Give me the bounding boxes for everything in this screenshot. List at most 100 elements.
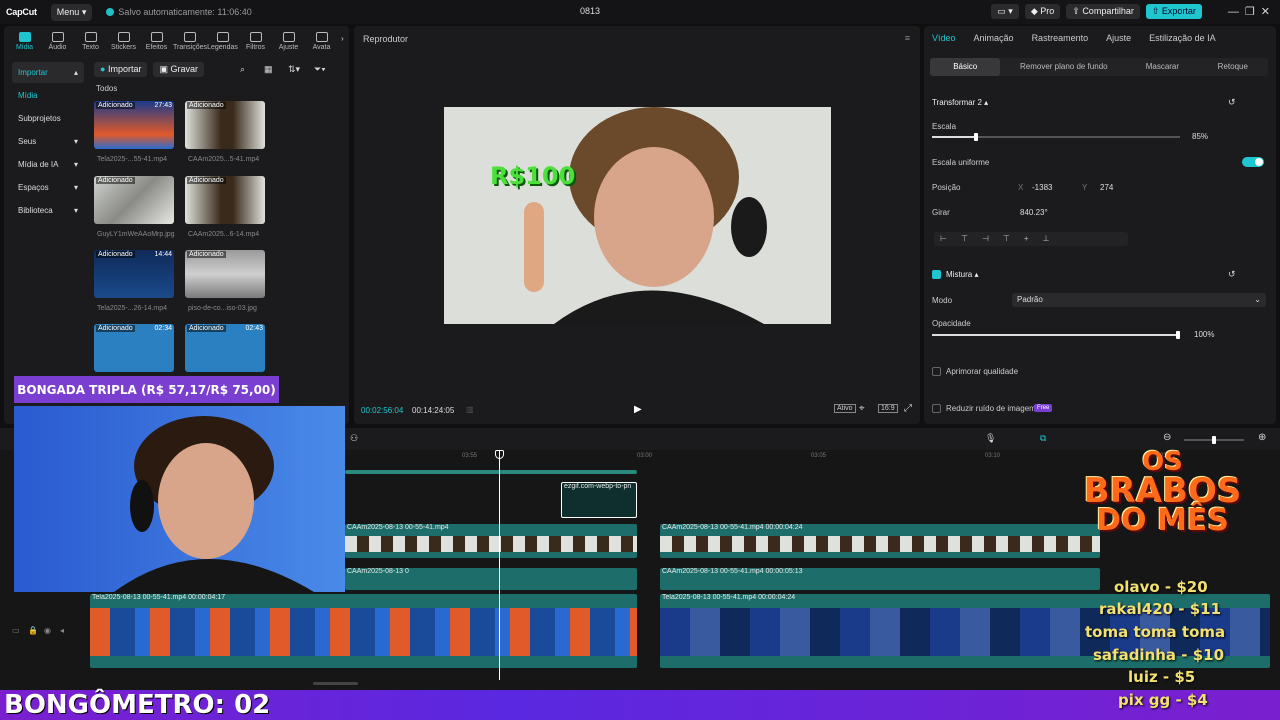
align-buttons[interactable]: ⊢⊤⊣⊤+⊥ — [934, 232, 1128, 246]
tab-adjust[interactable]: Ajuste — [1106, 33, 1131, 43]
sidenav-subprojects[interactable]: Subprojetos — [12, 108, 84, 129]
add-person-icon[interactable]: ⚇ — [350, 433, 358, 444]
zoom-slider[interactable] — [1184, 436, 1244, 444]
chevron-right-icon[interactable]: › — [341, 34, 344, 43]
media-thumb[interactable]: Adicionado 02:34 — [94, 324, 174, 372]
pro-button[interactable]: ◆ Pro — [1024, 4, 1061, 19]
main-clip[interactable]: Tela2025-08-13 00-55-41.mp4 00:00:04:17 — [90, 594, 637, 668]
opacity-label: Opacidade — [932, 319, 971, 328]
tab-ai-style[interactable]: Estilização de IA — [1149, 33, 1216, 43]
opacity-knob[interactable] — [1176, 331, 1180, 339]
menu-button[interactable]: Menu ▾ — [50, 3, 93, 21]
playhead[interactable] — [499, 450, 500, 680]
sidenav-media[interactable]: Mídia — [12, 85, 84, 106]
noise-checkbox[interactable] — [932, 404, 941, 413]
screenshot-icon[interactable]: ⌖ — [859, 403, 865, 414]
preview-canvas[interactable]: R$100 — [444, 107, 831, 324]
scale-knob[interactable] — [974, 133, 979, 141]
video-clip[interactable]: CAAm2025-08-13 00-55-41.mp4 — [345, 524, 637, 558]
reset-icon[interactable]: ↺ — [1228, 269, 1236, 280]
media-thumb[interactable]: Adicionado — [185, 250, 265, 298]
minimize-icon[interactable]: — — [1228, 6, 1239, 18]
audio-icon[interactable]: ◂ — [60, 626, 64, 635]
tool-filters[interactable]: Filtros — [239, 30, 272, 51]
tab-tracking[interactable]: Rastreamento — [1032, 33, 1089, 43]
tool-stickers[interactable]: Stickers — [107, 30, 140, 51]
play-icon[interactable]: ▶ — [634, 404, 642, 415]
zoom-out-icon[interactable]: ⊖ — [1163, 432, 1171, 443]
tool-adjust[interactable]: Ajuste — [272, 30, 305, 51]
grid-view-icon[interactable]: ▦ — [264, 64, 273, 75]
reset-icon[interactable]: ↺ — [1228, 97, 1236, 108]
maximize-icon[interactable]: ❐ — [1245, 5, 1255, 18]
subtab-mask[interactable]: Mascarar — [1127, 58, 1197, 76]
sidenav-import[interactable]: Importar ▴ — [12, 62, 84, 83]
quality-button[interactable]: Ativo — [834, 404, 856, 413]
audio-clip[interactable] — [345, 470, 637, 474]
close-icon[interactable]: ✕ — [1261, 5, 1270, 18]
tab-animation[interactable]: Animação — [974, 33, 1014, 43]
filter-icon[interactable]: ⏷▾ — [314, 64, 326, 75]
zoom-knob[interactable] — [1212, 436, 1216, 444]
ratio-button[interactable]: 16:9 — [878, 404, 898, 413]
zoom-in-icon[interactable]: ⊕ — [1258, 432, 1266, 443]
eye-icon[interactable]: ◉ — [44, 626, 51, 635]
uniform-scale-toggle[interactable] — [1242, 157, 1264, 167]
video-clip[interactable]: CAAm2025-08-13 0 — [345, 568, 637, 590]
video-clip[interactable]: CAAm2025-08-13 00-55-41.mp4 00:00:05:13 — [660, 568, 1100, 590]
sidenav-yours[interactable]: Seus ▾ — [12, 131, 84, 152]
media-thumb[interactable]: Adicionado 02:43 — [185, 324, 265, 372]
share-button[interactable]: ⇪ Compartilhar — [1066, 4, 1140, 19]
tool-audio[interactable]: Áudio — [41, 30, 74, 51]
media-thumb[interactable]: Adicionado — [94, 176, 174, 224]
timeline-scrollbar[interactable] — [313, 682, 358, 685]
video-clip[interactable]: CAAm2025-08-13 00-55-41.mp4 00:00:04:24 — [660, 524, 1100, 558]
subtab-basic[interactable]: Básico — [930, 58, 1001, 76]
x-value[interactable]: -1383 — [1032, 183, 1052, 192]
overlay-clip[interactable]: ezgif.com-webp-to-pn — [561, 482, 637, 518]
opacity-value[interactable]: 100% — [1194, 330, 1214, 339]
tool-avatar[interactable]: Avata — [305, 30, 338, 51]
media-thumb[interactable]: Adicionado 14:44 — [94, 250, 174, 298]
tab-video[interactable]: Vídeo — [932, 33, 956, 43]
y-value[interactable]: 274 — [1100, 183, 1113, 192]
scale-slider[interactable] — [932, 133, 1180, 141]
mic-icon[interactable]: 🎙 — [985, 433, 996, 444]
sidenav-spaces[interactable]: Espaços ▾ — [12, 177, 84, 198]
export-button[interactable]: ⇧ Exportar — [1145, 4, 1202, 19]
subtab-retouch[interactable]: Retoque — [1198, 58, 1268, 76]
media-thumb[interactable]: Adicionado — [185, 101, 265, 149]
media-thumb[interactable]: Adicionado 27:43 — [94, 101, 174, 149]
layout-icon[interactable]: ▭ ▾ — [991, 4, 1019, 19]
tool-media[interactable]: Mídia — [8, 30, 41, 51]
tool-transitions[interactable]: Transições — [173, 30, 207, 51]
media-thumb[interactable]: Adicionado — [185, 176, 265, 224]
track-cover-icon[interactable]: ▭ — [12, 626, 20, 635]
menu-icon[interactable]: ≡ — [905, 33, 910, 43]
lock-icon[interactable]: 🔒 — [28, 626, 38, 635]
subtab-remove-bg[interactable]: Remover plano de fundo — [1000, 58, 1127, 76]
link-icon[interactable]: ⧉ — [1040, 433, 1046, 444]
blend-checkbox[interactable] — [932, 270, 941, 279]
search-icon[interactable]: ⌕ — [240, 64, 245, 75]
rotate-value[interactable]: 840.23° — [1020, 208, 1048, 217]
tool-label: Stickers — [111, 44, 136, 51]
sidenav-library[interactable]: Biblioteca ▾ — [12, 200, 84, 221]
sidenav-ai-media[interactable]: Mídia de IA ▾ — [12, 154, 84, 175]
opacity-fill — [932, 334, 1180, 336]
tool-text[interactable]: Texto — [74, 30, 107, 51]
import-button[interactable]: ● Importar — [94, 62, 148, 77]
sort-icon[interactable]: ⇅▾ — [288, 64, 300, 75]
mode-select[interactable]: Padrão ⌄ — [1012, 293, 1266, 307]
timeline-icon[interactable]: ▥ — [466, 405, 474, 414]
scale-value[interactable]: 85% — [1192, 132, 1208, 141]
quality-checkbox[interactable] — [932, 367, 941, 376]
inspector-tabs: Vídeo Animação Rastreamento Ajuste Estil… — [924, 26, 1276, 50]
fullscreen-icon[interactable]: ⤢ — [904, 403, 912, 414]
record-button[interactable]: ▣ Gravar — [153, 62, 204, 77]
tool-captions[interactable]: Legendas — [206, 30, 239, 51]
tool-effects[interactable]: Efeitos — [140, 30, 173, 51]
playhead-handle[interactable] — [495, 450, 504, 459]
goal-banner: BONGADA TRIPLA (R$ 57,17/R$ 75,00) — [14, 376, 279, 403]
opacity-slider[interactable] — [932, 331, 1180, 339]
